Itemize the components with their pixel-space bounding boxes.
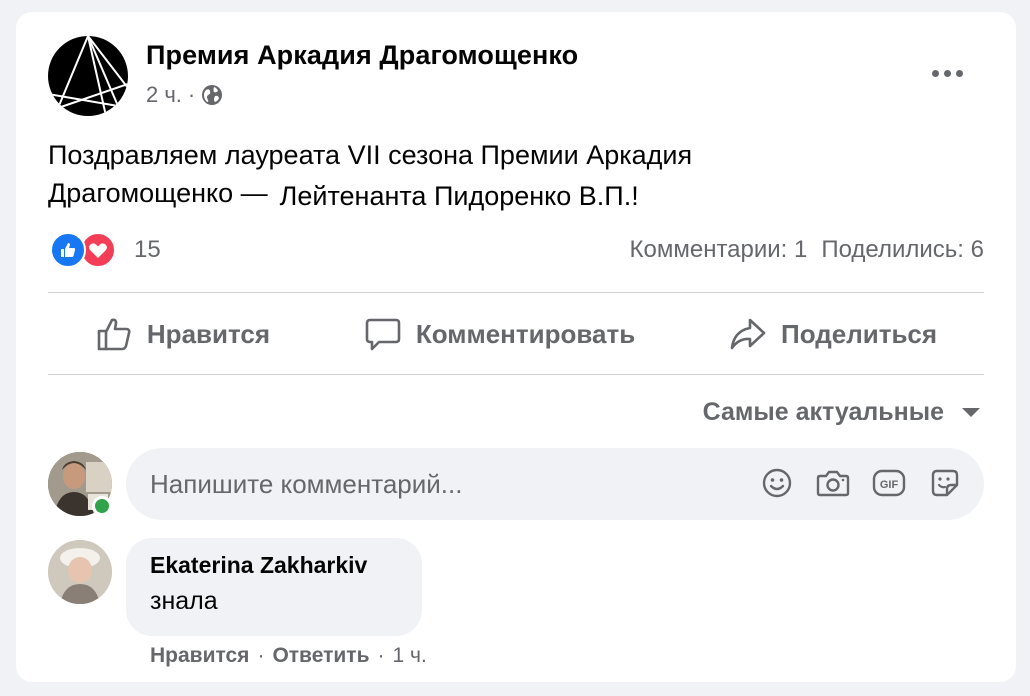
page-logo-avatar[interactable] — [48, 36, 128, 116]
comment-timestamp[interactable]: 1 ч. — [392, 644, 426, 668]
globe-icon — [201, 84, 223, 106]
post-body: Поздравляем лауреата VII сезона Премии А… — [48, 136, 978, 212]
dot-icon — [955, 69, 963, 77]
post-meta: 2 ч. · — [146, 82, 223, 108]
comment-sort-dropdown[interactable]: Самые актуальные — [703, 398, 980, 427]
comment-button[interactable]: Комментировать — [352, 315, 647, 353]
more-options-button[interactable] — [922, 58, 972, 88]
comment-author-name[interactable]: Ekaterina Zakharkiv — [150, 552, 398, 579]
comment-bubble-icon — [365, 318, 401, 351]
online-status-indicator — [92, 496, 112, 516]
post-text-line-2: Драгомощенко — Лейтенанта Пидоренко В.П.! — [48, 174, 978, 212]
meta-separator: · — [187, 82, 196, 107]
reactions-count: 15 — [134, 236, 161, 263]
logo-triangle-icon — [48, 36, 128, 116]
like-button-label: Нравится — [146, 318, 271, 349]
comment-button-label: Комментировать — [415, 318, 636, 349]
thumbs-up-icon — [97, 318, 131, 351]
comment-like-button[interactable]: Нравится — [150, 644, 249, 668]
post-card: Премия Аркадия Драгомощенко 2 ч. · Поздр… — [16, 12, 1016, 682]
dot-icon — [943, 69, 951, 77]
post-text-line-1: Поздравляем лауреата VII сезона Премии А… — [48, 140, 693, 170]
share-button[interactable]: Поделиться — [717, 315, 949, 353]
dot-icon — [931, 69, 939, 77]
composer-tools: GIF — [760, 466, 962, 500]
comment-bubble: Ekaterina Zakharkiv знала — [126, 538, 422, 636]
svg-text:GIF: GIF — [880, 479, 899, 491]
divider — [48, 374, 984, 375]
comment-reply-button[interactable]: Ответить — [272, 644, 369, 668]
post-text-prefix: Драгомощенко — — [48, 178, 268, 208]
like-reaction-icon — [50, 232, 86, 268]
sort-label: Самые актуальные — [702, 398, 944, 426]
comment-actions-separator: · — [257, 644, 265, 667]
post-stats: Комментарии: 1 Поделились: 6 — [630, 236, 984, 264]
like-button[interactable]: Нравится — [83, 315, 282, 353]
comment-author-avatar[interactable] — [48, 540, 112, 604]
divider — [48, 292, 984, 293]
camera-icon[interactable] — [816, 466, 850, 500]
comments-count-link[interactable]: Комментарии: 1 — [630, 236, 808, 264]
comment-actions-separator: · — [377, 644, 385, 667]
share-arrow-icon — [730, 318, 766, 350]
share-button-label: Поделиться — [781, 318, 938, 349]
comment-text: знала — [150, 587, 218, 615]
post-actions-bar: Нравится Комментировать Поделиться — [48, 294, 984, 374]
page-name-link[interactable]: Премия Аркадия Драгомощенко — [146, 40, 578, 71]
post-timestamp[interactable]: 2 ч. — [146, 82, 182, 108]
comment-composer[interactable]: GIF — [126, 448, 984, 520]
emoji-icon[interactable] — [760, 466, 794, 500]
shares-count-link[interactable]: Поделились: 6 — [821, 236, 984, 264]
reactions-summary[interactable]: 15 — [50, 232, 161, 268]
gif-icon[interactable]: GIF — [872, 466, 906, 500]
caret-down-icon — [962, 408, 980, 417]
sticker-icon[interactable] — [928, 466, 962, 500]
post-text-overlay-name: Лейтенанта Пидоренко В.П.! — [275, 181, 643, 211]
comment-actions: Нравится · Ответить · 1 ч. — [150, 644, 427, 668]
comment-input[interactable] — [150, 468, 750, 500]
